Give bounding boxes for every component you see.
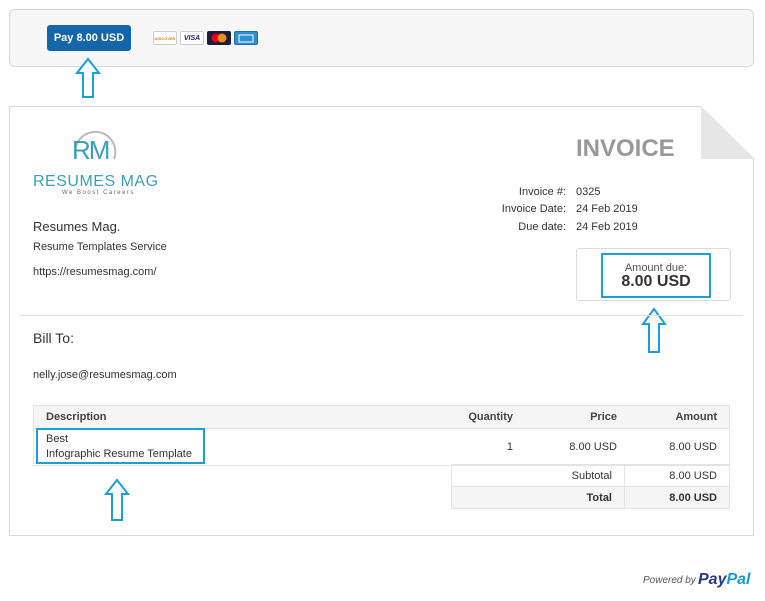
visa-card-icon: VISA — [180, 31, 204, 45]
invoice-date: 24 Feb 2019 — [576, 203, 638, 215]
logo-name: RESUMES MAG — [33, 173, 159, 190]
item-price: 8.00 USD — [525, 428, 629, 466]
paypal-logo-pay: Pay — [698, 571, 727, 588]
discover-card-icon: DISCOVER — [153, 31, 177, 45]
mastercard-card-icon — [207, 31, 231, 45]
paypal-logo: PayPal — [698, 571, 750, 589]
bill-to-email: nelly.jose@resumesmag.com — [33, 369, 177, 381]
up-arrow-icon — [75, 57, 101, 98]
column-price: Price — [525, 405, 629, 429]
company-service: Resume Templates Service — [33, 241, 167, 253]
table-header-row: Description Quantity Price Amount — [33, 405, 730, 429]
invoice-title: INVOICE — [576, 135, 675, 162]
column-description: Description — [33, 405, 418, 429]
item-quantity: 1 — [418, 428, 525, 466]
column-quantity: Quantity — [418, 405, 525, 429]
up-arrow-icon — [104, 478, 130, 521]
subtotal-label: Subtotal — [451, 464, 625, 487]
invoice-date-label: Invoice Date: — [501, 203, 566, 215]
pay-button[interactable]: Pay 8.00 USD — [47, 25, 131, 51]
powered-by-label: Powered by — [643, 575, 696, 586]
company-url[interactable]: https://resumesmag.com/ — [33, 266, 157, 278]
bill-to-label: Bill To: — [33, 330, 74, 346]
total-row: Total 8.00 USD — [451, 486, 730, 509]
page-fold-corner — [701, 106, 755, 159]
due-date-label: Due date: — [518, 221, 566, 233]
total-value: 8.00 USD — [624, 486, 730, 509]
amex-card-icon — [234, 31, 258, 45]
paypal-logo-pal: Pal — [726, 571, 751, 588]
section-divider — [20, 315, 743, 316]
logo-tagline: We Boost Careers — [62, 190, 135, 196]
invoice-number-label: Invoice #: — [518, 186, 566, 198]
column-amount: Amount — [629, 405, 730, 429]
logo-monogram: RM — [72, 135, 110, 165]
invoice-number: 0325 — [576, 186, 601, 198]
item-amount: 8.00 USD — [629, 428, 730, 466]
subtotal-row: Subtotal 8.00 USD — [451, 464, 730, 487]
company-name: Resumes Mag. — [33, 219, 121, 234]
total-label: Total — [451, 486, 625, 509]
amount-due-value: 8.00 USD — [621, 273, 691, 290]
subtotal-value: 8.00 USD — [624, 464, 730, 487]
totals-table: Subtotal 8.00 USD Total 8.00 USD — [451, 464, 730, 509]
item-description-highlight — [36, 428, 205, 464]
due-date: 24 Feb 2019 — [576, 221, 638, 233]
